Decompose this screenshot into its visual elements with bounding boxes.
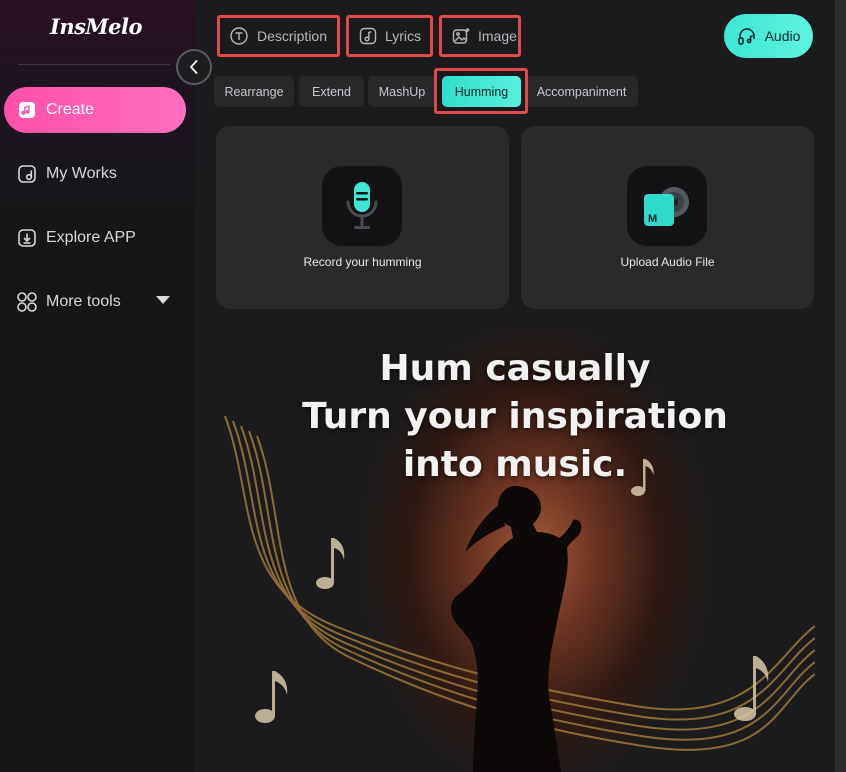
sidebar-item-my-works[interactable]: My Works (4, 151, 186, 197)
music-note-icon (316, 538, 345, 589)
selection-highlight (434, 68, 528, 114)
sidebar-item-label: Create (46, 101, 95, 118)
tab-label: Description (256, 28, 327, 44)
audio-button-label: Audio (764, 28, 801, 44)
sidebar-item-label: Explore APP (46, 229, 136, 246)
tab-label: Image (478, 28, 517, 44)
music-note-icon (255, 671, 288, 723)
singer-silhouette (451, 486, 582, 772)
chevron-left-icon (190, 60, 198, 74)
subtab-rearrange[interactable]: Rearrange (214, 76, 294, 107)
headphone-music-icon (737, 26, 757, 46)
upload-audio-icon: M (627, 166, 707, 246)
music-note-square-icon (16, 99, 38, 121)
app-logo[interactable]: InsMelo (50, 14, 143, 39)
download-icon (16, 227, 38, 249)
grid-icon (16, 291, 38, 313)
tab-image[interactable]: Image (439, 15, 521, 57)
sidebar-item-more-tools[interactable]: More tools (4, 279, 186, 325)
banner-headline-line2: Turn your inspiration (302, 396, 728, 437)
image-sparkle-icon (452, 26, 470, 46)
hero-banner: Hum casually Turn your inspiration into … (215, 326, 815, 772)
microphone-icon (322, 166, 402, 246)
main-panel: Description Lyrics Image Audio Rearrange… (195, 0, 835, 772)
hero-illustration (224, 415, 815, 772)
music-file-icon (16, 163, 38, 185)
tab-lyrics[interactable]: Lyrics (346, 15, 433, 57)
banner-headline-line1: Hum casually (379, 348, 651, 389)
subtab-mashup[interactable]: MashUp (368, 76, 436, 107)
subtab-label: MashUp (378, 84, 426, 99)
svg-text:M: M (648, 213, 657, 225)
audio-button[interactable]: Audio (724, 14, 813, 58)
sidebar-item-label: More tools (46, 293, 121, 310)
sidebar-item-label: My Works (46, 165, 117, 182)
chevron-down-icon[interactable] (156, 296, 170, 304)
subtab-accompaniment[interactable]: Accompaniment (525, 76, 638, 107)
banner-headline-line3: into music. (402, 444, 628, 485)
sidebar-item-create[interactable]: Create (4, 87, 186, 133)
subtab-label: Extend (312, 84, 351, 99)
sidebar-item-explore-app[interactable]: Explore APP (4, 215, 186, 261)
scrollbar-track[interactable] (835, 0, 846, 772)
tab-description[interactable]: Description (217, 15, 340, 57)
collapse-sidebar-button[interactable] (176, 49, 212, 85)
card-label: Upload Audio File (620, 255, 715, 269)
text-t-icon (230, 26, 249, 46)
sidebar: InsMelo Create My Works Explore APP More (0, 0, 195, 772)
subtab-label: Rearrange (224, 84, 284, 99)
tab-label: Lyrics (385, 28, 422, 44)
card-label: Record your humming (303, 255, 422, 269)
subtab-label: Accompaniment (536, 84, 627, 99)
app-window: InsMelo Create My Works Explore APP More (0, 0, 846, 772)
divider (18, 64, 170, 65)
record-humming-card[interactable]: Record your humming (216, 126, 509, 309)
subtab-extend[interactable]: Extend (299, 76, 364, 107)
music-note-icon (359, 26, 377, 46)
upload-audio-card[interactable]: M Upload Audio File (521, 126, 814, 309)
